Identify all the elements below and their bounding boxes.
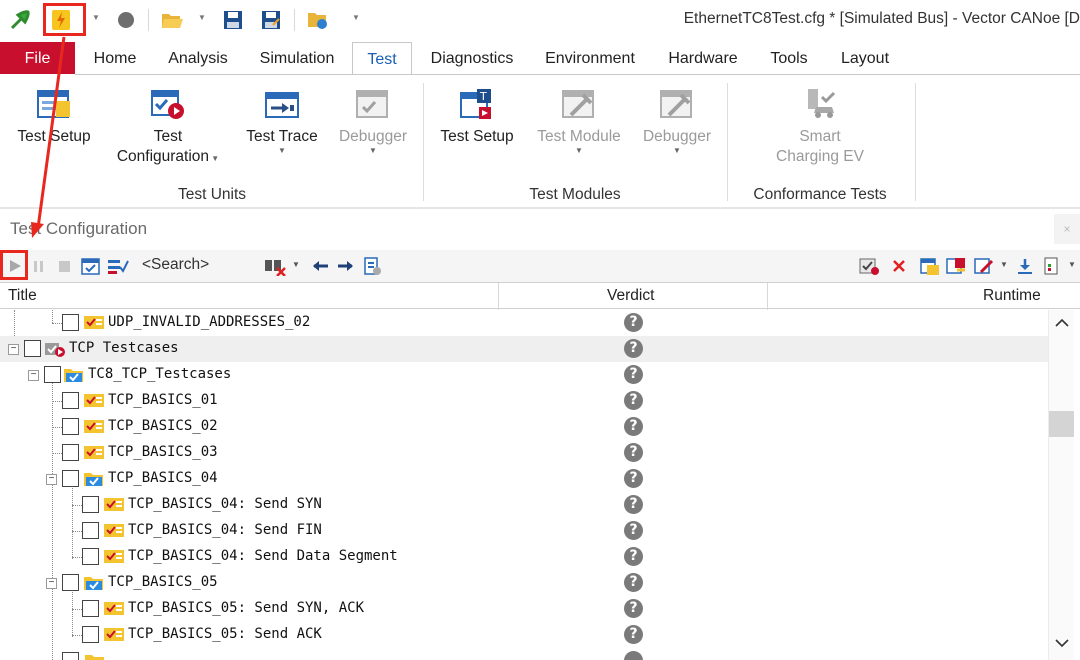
annotation-arrow xyxy=(31,36,66,238)
